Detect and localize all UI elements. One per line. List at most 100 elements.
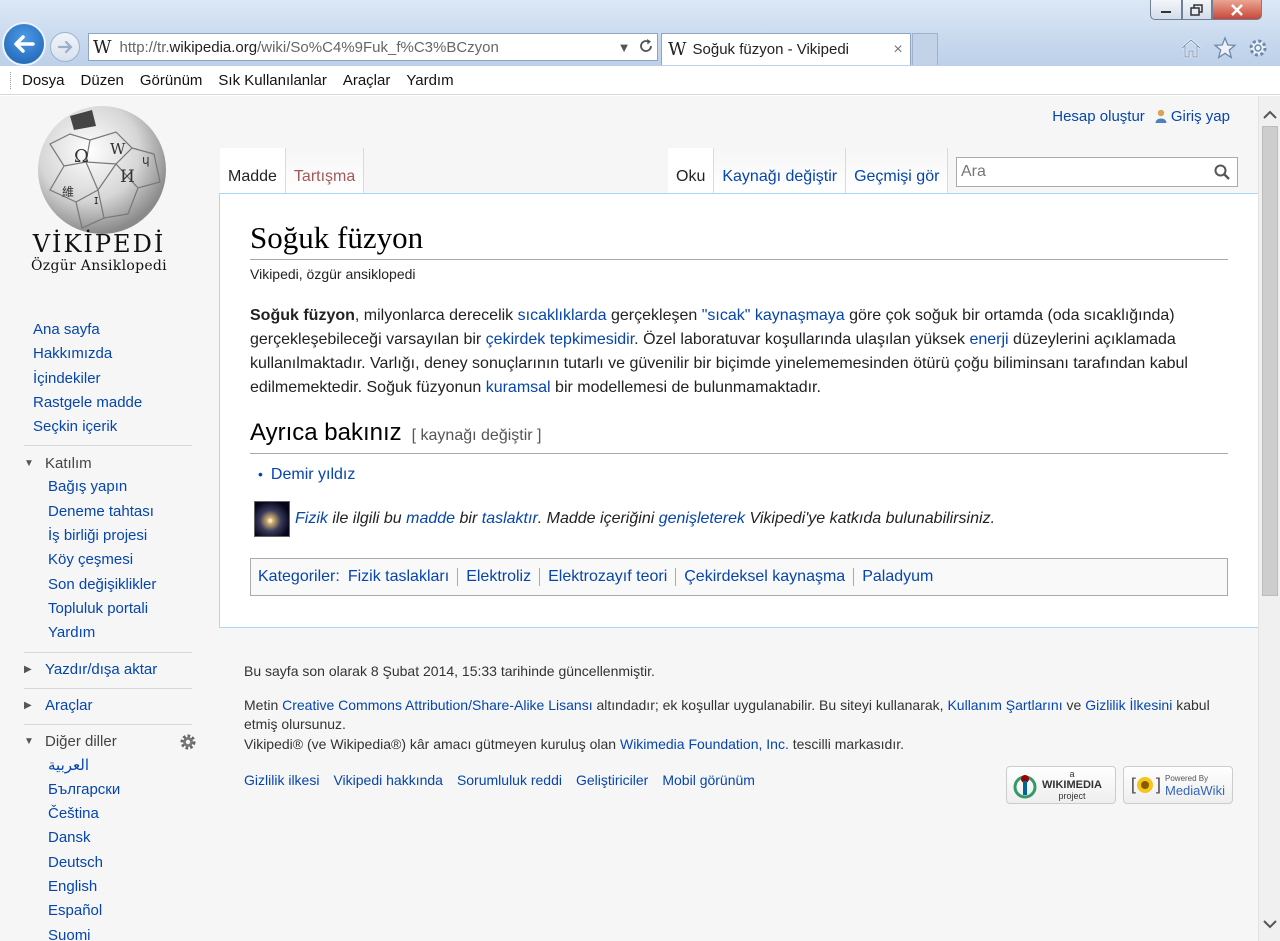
portal-languages-toggle[interactable]: ▼ Diğer diller: [24, 730, 210, 754]
footer-privacy[interactable]: Gizlilik ilkesi: [244, 772, 319, 788]
lang-de[interactable]: Deutsch: [48, 854, 103, 871]
menu-duzen[interactable]: Düzen: [73, 72, 132, 89]
nav-about[interactable]: Hakkımızda: [33, 345, 112, 362]
back-button[interactable]: [2, 22, 46, 66]
arrow-left-icon: [14, 35, 35, 53]
categories-label[interactable]: Kategoriler:: [258, 568, 340, 586]
search-icon[interactable]: [1207, 164, 1237, 180]
url-text[interactable]: http://tr.wikipedia.org/wiki/So%C4%9Fuk_…: [120, 39, 613, 56]
category-link[interactable]: Fizik taslakları: [340, 568, 457, 586]
menu-favorites[interactable]: Sık Kullanılanlar: [210, 72, 334, 89]
powered-by-mediawiki-badge[interactable]: [] Powered By MediaWiki: [1123, 766, 1233, 804]
footer-developers[interactable]: Geliştiriciler: [576, 772, 648, 788]
link-taslak[interactable]: taslaktır: [482, 510, 538, 528]
browser-tab-active[interactable]: W Soğuk füzyon - Vikipedi ×: [661, 33, 911, 65]
link-cekirdek-tepkimesi[interactable]: çekirdek tepkimesidir: [486, 331, 635, 348]
category-link[interactable]: Elektrozayıf teori: [539, 568, 675, 586]
tab-article[interactable]: Madde: [220, 148, 286, 194]
nav-collab[interactable]: İş birliği projesi: [48, 527, 147, 544]
lang-bg[interactable]: Български: [48, 781, 120, 798]
menu-araclar[interactable]: Araçlar: [335, 72, 399, 89]
nav-donate[interactable]: Bağış yapın: [48, 478, 127, 495]
svg-text:Ω: Ω: [74, 146, 89, 167]
nav-village-pump[interactable]: Köy çeşmesi: [48, 551, 133, 568]
favorites-star-icon[interactable]: [1212, 35, 1238, 61]
tools-gear-icon[interactable]: [1245, 35, 1271, 61]
nav-help[interactable]: Yardım: [48, 624, 95, 641]
portal-tools-toggle[interactable]: ▶ Araçlar: [24, 694, 210, 718]
lang-cs[interactable]: Čeština: [48, 805, 99, 822]
address-dropdown-icon[interactable]: ▼: [613, 40, 635, 55]
tab-close-button[interactable]: ×: [886, 41, 910, 59]
footer-mobile[interactable]: Mobil görünüm: [662, 772, 755, 788]
new-tab-button[interactable]: [912, 33, 938, 65]
menu-dosya[interactable]: Dosya: [14, 72, 73, 89]
nav-recent-changes[interactable]: Son değişiklikler: [48, 576, 156, 593]
tab-talk[interactable]: Tartışma: [285, 148, 365, 194]
address-bar[interactable]: W http://tr.wikipedia.org/wiki/So%C4%9Fu…: [88, 33, 658, 61]
footer-about[interactable]: Vikipedi hakkında: [333, 772, 442, 788]
language-settings-gear-icon[interactable]: [178, 732, 198, 752]
lang-fi[interactable]: Suomi: [48, 927, 91, 941]
nav-contents[interactable]: İçindekiler: [33, 370, 101, 387]
badge-wikimedia-sub: project: [1058, 790, 1086, 801]
link-demir-yildiz[interactable]: Demir yıldız: [271, 466, 355, 483]
lang-da[interactable]: Dansk: [48, 829, 91, 846]
nav-community-portal[interactable]: Topluluk portali: [48, 600, 148, 617]
category-link[interactable]: Çekirdeksel kaynaşma: [675, 568, 853, 586]
minimize-icon: [1161, 10, 1171, 13]
nav-sandbox[interactable]: Deneme tahtası: [48, 503, 154, 520]
svg-text:ɪ: ɪ: [94, 193, 98, 207]
portal-print-toggle[interactable]: ▶ Yazdır/dışa aktar: [24, 658, 210, 682]
menu-gorunum[interactable]: Görünüm: [132, 72, 211, 89]
close-window-button[interactable]: [1212, 0, 1262, 20]
sidebar-divider: [24, 651, 192, 653]
link-terms-of-use[interactable]: Kullanım Şartlarını: [947, 697, 1062, 713]
menu-yardim[interactable]: Yardım: [398, 72, 461, 89]
home-icon[interactable]: [1178, 35, 1204, 61]
nav-random[interactable]: Rastgele madde: [33, 394, 142, 411]
refresh-icon[interactable]: [635, 38, 657, 57]
link-enerji[interactable]: enerji: [969, 331, 1008, 348]
scroll-up-icon[interactable]: [1259, 104, 1280, 124]
vertical-scrollbar[interactable]: [1258, 96, 1280, 941]
svg-text:W: W: [110, 140, 126, 158]
category-link[interactable]: Paladyum: [853, 568, 941, 586]
see-also-list: Demir yıldız: [258, 466, 355, 484]
lang-ar[interactable]: العربية: [48, 757, 89, 774]
scrollbar-thumb[interactable]: [1262, 126, 1278, 596]
nav-featured[interactable]: Seçkin içerik: [33, 418, 117, 435]
lang-es[interactable]: Español: [48, 902, 102, 919]
physics-stub-image[interactable]: [254, 501, 290, 537]
link-madde[interactable]: madde: [406, 510, 455, 528]
link-sicakliklarda[interactable]: sıcaklıklarda: [518, 307, 607, 324]
tab-edit-source[interactable]: Kaynağı değiştir: [714, 148, 847, 194]
nav-languages: العربية Български Čeština Dansk Deutsch …: [48, 754, 210, 941]
create-account-link[interactable]: Hesap oluştur: [1052, 108, 1145, 125]
scroll-down-icon[interactable]: [1259, 914, 1280, 934]
link-wikimedia-foundation[interactable]: Wikimedia Foundation, Inc.: [620, 736, 789, 752]
link-sicak-kaynasma[interactable]: "sıcak" kaynaşmaya: [702, 307, 845, 324]
login-wrapper: Giriş yap: [1155, 108, 1230, 125]
search-input[interactable]: [957, 159, 1207, 185]
link-cc-license[interactable]: Creative Commons Attribution/Share-Alike…: [282, 697, 592, 713]
logo-wordmark[interactable]: VİKİPEDİ Özgür Ansiklopedi: [24, 230, 174, 274]
portal-participation-toggle[interactable]: ▼ Katılım: [24, 451, 210, 475]
link-privacy-policy[interactable]: Gizlilik İlkesini: [1085, 697, 1172, 713]
footer-disclaimer[interactable]: Sorumluluk reddi: [457, 772, 562, 788]
personal-tools: Hesap oluştur Giriş yap: [1052, 108, 1230, 125]
wikimedia-project-badge[interactable]: a WIKIMEDIA project: [1006, 766, 1116, 804]
lang-en[interactable]: English: [48, 878, 97, 895]
login-link[interactable]: Giriş yap: [1171, 108, 1230, 125]
forward-button[interactable]: [50, 32, 80, 62]
link-genisletmek[interactable]: genişleterek: [659, 510, 745, 528]
maximize-button[interactable]: [1182, 0, 1212, 20]
category-link[interactable]: Elektroliz: [457, 568, 539, 586]
tab-read[interactable]: Oku: [668, 148, 715, 194]
minimize-button[interactable]: [1150, 0, 1182, 20]
edit-section-link[interactable]: [ kaynağı değiştir ]: [412, 427, 542, 444]
link-fizik[interactable]: Fizik: [295, 510, 328, 528]
link-kuramsal[interactable]: kuramsal: [486, 379, 551, 396]
nav-main-page[interactable]: Ana sayfa: [33, 321, 100, 338]
tab-history[interactable]: Geçmişi gör: [846, 148, 949, 194]
